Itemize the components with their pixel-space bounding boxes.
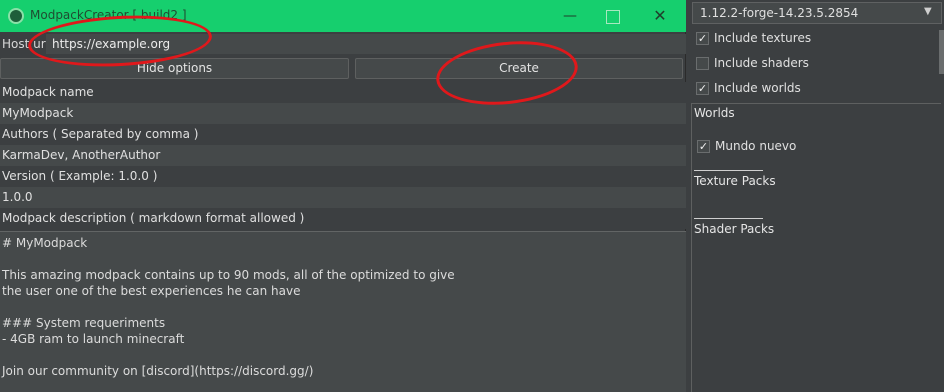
description-label: Modpack description ( markdown format al… <box>0 208 686 229</box>
worlds-heading: Worlds <box>694 106 735 120</box>
shader-packs-heading: Shader Packs <box>694 222 775 236</box>
include-textures-label: Include textures <box>714 31 812 45</box>
authors-label: Authors ( Separated by comma ) <box>0 124 686 145</box>
world-item-label: Mundo nuevo <box>715 139 797 153</box>
modpack-name-label: Modpack name <box>0 82 686 103</box>
divider <box>694 170 763 171</box>
authors-input[interactable]: KarmaDev, AnotherAuthor <box>0 145 686 166</box>
close-button[interactable]: ✕ <box>650 6 670 26</box>
include-worlds-label: Include worlds <box>714 81 801 95</box>
version-label: Version ( Example: 1.0.0 ) <box>0 166 686 187</box>
modpack-name-input[interactable]: MyModpack <box>0 103 686 124</box>
minimize-button[interactable]: — <box>560 6 580 26</box>
chevron-down-icon[interactable]: ▼ <box>924 6 932 17</box>
include-shaders-label: Include shaders <box>714 56 809 70</box>
texture-packs-heading: Texture Packs <box>694 174 776 188</box>
checkbox-checked-icon[interactable]: ✓ <box>697 140 710 153</box>
panel-scrollbar[interactable] <box>939 30 944 74</box>
forge-version-select[interactable]: 1.12.2-forge-14.23.5.2854 <box>692 2 942 24</box>
checkbox-checked-icon[interactable]: ✓ <box>696 82 709 95</box>
version-input[interactable]: 1.0.0 <box>0 187 686 208</box>
maximize-button[interactable] <box>606 10 620 24</box>
divider <box>694 218 763 219</box>
checkbox-unchecked-icon[interactable] <box>696 57 709 70</box>
description-textarea[interactable]: # MyModpack This amazing modpack contain… <box>0 231 686 392</box>
checkbox-checked-icon[interactable]: ✓ <box>696 32 709 45</box>
app-icon <box>8 8 24 24</box>
